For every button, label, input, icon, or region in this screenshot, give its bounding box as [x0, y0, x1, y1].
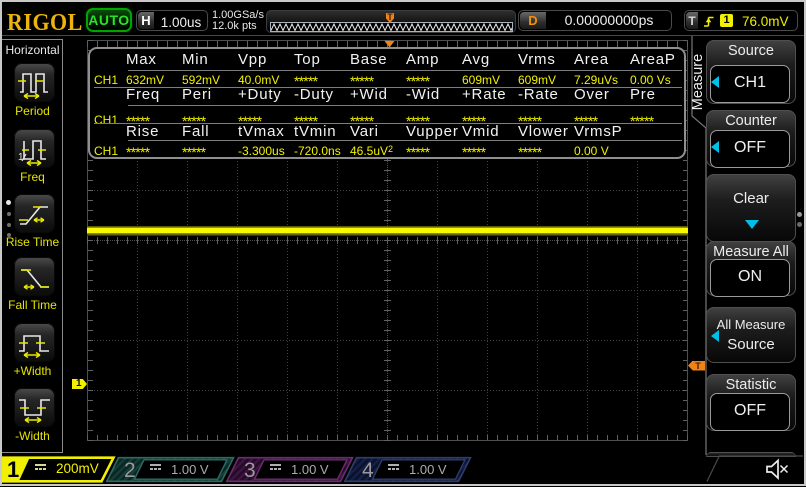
- svg-text:1: 1: [18, 152, 24, 163]
